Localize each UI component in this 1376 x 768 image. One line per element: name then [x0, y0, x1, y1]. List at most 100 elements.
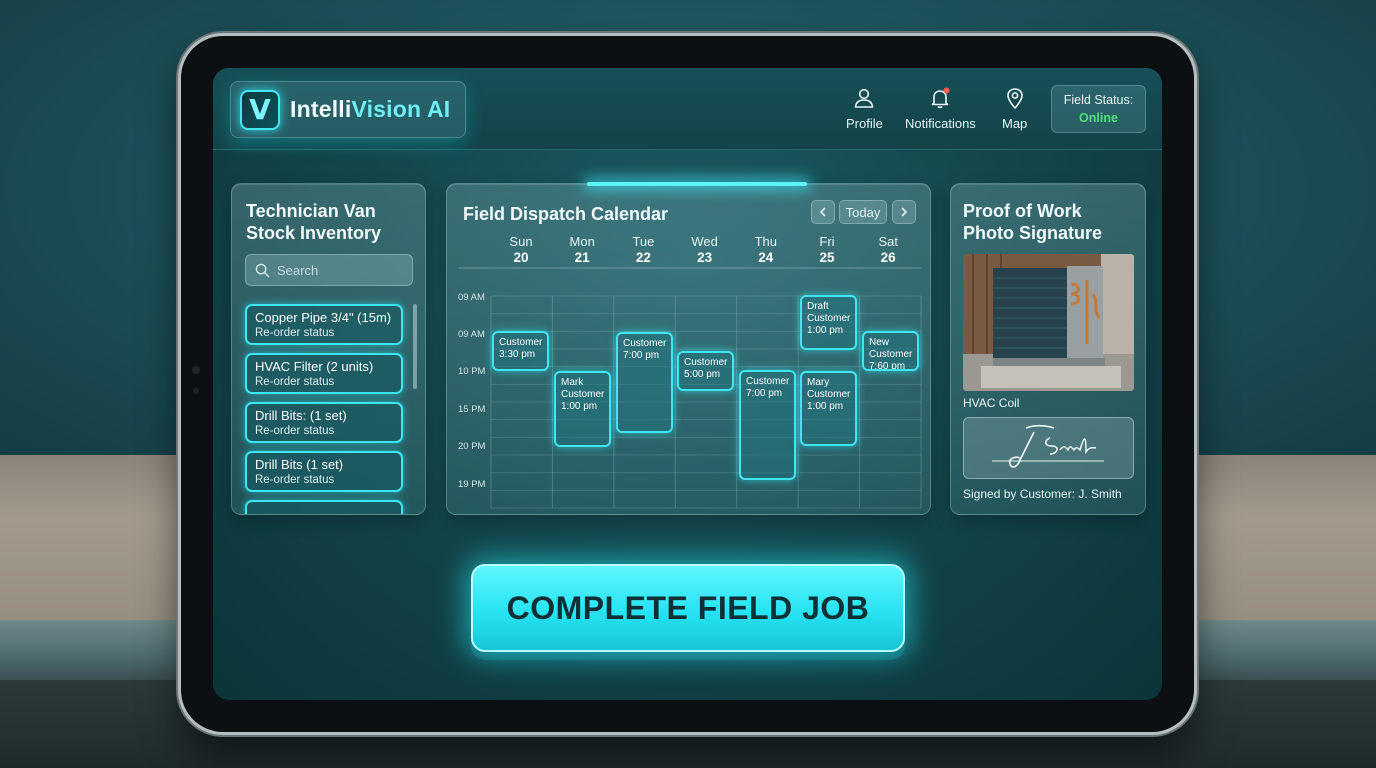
inventory-item-name: Copper Pipe 3/4" (15m) [255, 310, 392, 325]
calendar-day-date: 24 [758, 250, 774, 265]
inventory-item-name: Drill Bits: (1 set) [255, 408, 347, 423]
calendar-event-line: 1:00 pm [561, 401, 598, 412]
calendar-time-label: 20 PM [458, 441, 486, 452]
signature-box[interactable] [963, 417, 1134, 479]
app-title-main: Intelli [290, 96, 352, 122]
user-icon [855, 88, 874, 108]
hvac-photo-image [963, 254, 1134, 391]
signature-image [992, 424, 1104, 468]
complete-field-job-button[interactable]: COMPLETE FIELD JOB [471, 564, 905, 652]
logo-mark-icon: V [240, 89, 280, 130]
calendar-event-line: Mary [807, 377, 830, 388]
inventory-panel: Technician Van Stock Inventory Copper Pi… [231, 183, 426, 515]
nav-map[interactable]: Map [1002, 86, 1027, 131]
calendar-event[interactable]: Customer 7:00 pm [739, 370, 796, 480]
calendar-day-name: Sun [509, 234, 532, 249]
calendar-day-name: Thu [755, 234, 777, 249]
camera-dot [192, 366, 200, 374]
calendar-event-line: 5:00 pm [684, 369, 721, 380]
calendar-event-line: 1:00 pm [807, 325, 844, 336]
nav-profile[interactable]: Profile [846, 86, 883, 131]
calendar-day-name: Sat [878, 234, 898, 249]
inventory-title: Technician Van Stock Inventory [246, 201, 382, 243]
calendar-event-line: Mark [561, 377, 584, 388]
calendar-event-line: 7:00 pm [623, 350, 660, 361]
calendar-event-line: 7:60 pm [869, 361, 906, 371]
inventory-item-status: Re-order status [255, 327, 335, 339]
calendar-event-line: Customer [623, 338, 667, 349]
app-logo[interactable]: V IntelliVision AI [230, 81, 466, 138]
calendar-time-label: 09 AM [458, 292, 485, 303]
calendar-event-line: Customer [561, 389, 605, 400]
inventory-search[interactable] [245, 254, 413, 286]
field-status-badge[interactable]: Field Status: Online [1051, 85, 1146, 133]
sensor-dot [193, 388, 199, 394]
calendar-event[interactable]: Mark Customer 1:00 pm [554, 371, 611, 447]
inventory-item-status: Re-order status [255, 425, 335, 437]
calendar-event-line: Customer [807, 389, 851, 400]
calendar-day-name: Fri [819, 234, 834, 249]
dispatch-calendar-panel: Field Dispatch Calendar Today Sun 20 Mon 21… [446, 182, 931, 515]
calendar-event[interactable]: Draft Customer 1:00 pm [800, 295, 857, 350]
inventory-item-status: Re-order status [255, 474, 335, 486]
proof-of-work-panel: Proof of Work Photo Signature HVAC Coil … [950, 183, 1146, 515]
inventory-list: Copper Pipe 3/4" (15m) Re-order status H… [245, 304, 405, 514]
photo-caption: HVAC Coil [963, 396, 1020, 410]
calendar-event-line: Customer [807, 313, 851, 324]
calendar-time-label: 09 AM [458, 329, 485, 340]
signed-by-caption: Signed by Customer: J. Smith [963, 487, 1122, 501]
inventory-item-name: HVAC Filter (2 units) [255, 359, 374, 374]
app-screen: V IntelliVision AI Profile Notifications… [213, 68, 1162, 700]
field-status-value: Online [1079, 111, 1118, 125]
calendar-day-date: 25 [819, 250, 835, 265]
calendar-day-date: 23 [697, 250, 713, 265]
hvac-coil-photo[interactable] [963, 254, 1134, 391]
calendar-event-line: Draft [807, 301, 829, 312]
search-input[interactable] [277, 262, 407, 278]
inventory-item-partial[interactable] [245, 500, 403, 514]
calendar-event-line: 7:00 pm [746, 388, 783, 399]
calendar-event-line: Customer [869, 349, 913, 360]
calendar-day-date: 26 [881, 250, 897, 265]
inventory-item[interactable]: Drill Bits (1 set) Re-order status [245, 451, 403, 492]
proof-title: Proof of Work Photo Signature [963, 201, 1102, 243]
field-status-label: Field Status: [1063, 93, 1134, 107]
calendar-day-name: Wed [691, 234, 718, 249]
calendar-event-line: Customer [684, 357, 728, 368]
inventory-item-status: Re-order status [255, 376, 335, 388]
tablet-device: V IntelliVision AI Profile Notifications… [181, 36, 1194, 732]
nav-notifications[interactable]: Notifications [905, 86, 976, 131]
inventory-item[interactable]: HVAC Filter (2 units) Re-order status [245, 353, 403, 394]
calendar-event-line: New [869, 337, 890, 348]
calendar-day-name: Tue [632, 234, 654, 249]
calendar-event[interactable]: Customer 5:00 pm [677, 351, 734, 391]
app-title-accent: Vision AI [351, 96, 451, 122]
search-icon [255, 263, 270, 277]
nav-profile-label: Profile [846, 116, 883, 131]
bell-icon [932, 87, 950, 109]
calendar-event-line: Customer [499, 337, 543, 348]
calendar-event-line: 1:00 pm [807, 401, 844, 412]
nav-map-label: Map [1002, 116, 1028, 131]
calendar-event[interactable]: New Customer 7:60 pm [862, 331, 919, 371]
calendar-time-label: 19 PM [458, 479, 486, 490]
calendar-day-name: Mon [570, 234, 595, 249]
calendar-day-date: 21 [575, 250, 591, 265]
top-bar: V IntelliVision AI Profile Notifications… [213, 68, 1162, 150]
calendar-event[interactable]: Mary Customer 1:00 pm [800, 371, 857, 446]
calendar-event-line: 3:30 pm [499, 349, 536, 360]
inventory-scrollbar[interactable] [413, 304, 417, 389]
calendar-time-label: 15 PM [458, 404, 486, 415]
app-title: IntelliVision AI [290, 96, 450, 123]
calendar-day-date: 22 [636, 250, 651, 265]
calendar-time-label: 10 PM [458, 366, 486, 377]
inventory-item-name: Drill Bits (1 set) [255, 457, 344, 472]
calendar-event-line: Customer [746, 376, 790, 387]
calendar-event[interactable]: Customer 7:00 pm [616, 332, 673, 433]
map-pin-icon [1006, 88, 1023, 109]
inventory-item[interactable]: Copper Pipe 3/4" (15m) Re-order status [245, 304, 403, 345]
nav-notifications-label: Notifications [905, 116, 976, 131]
inventory-item[interactable]: Drill Bits: (1 set) Re-order status [245, 402, 403, 443]
complete-field-job-label: COMPLETE FIELD JOB [506, 589, 870, 626]
calendar-event[interactable]: Customer 3:30 pm [492, 331, 549, 371]
